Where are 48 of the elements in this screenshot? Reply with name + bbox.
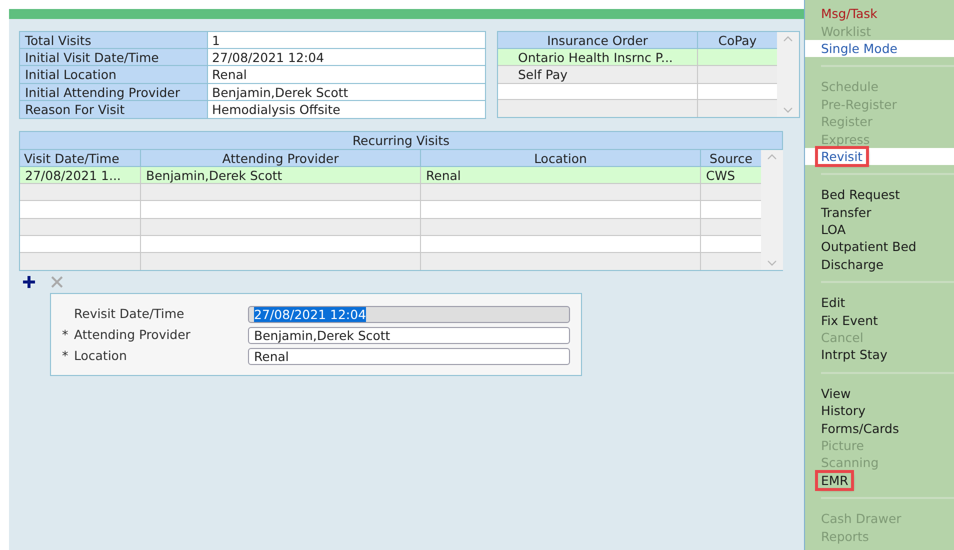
table-cell[interactable]: 27/08/2021 1... <box>20 166 141 184</box>
sidebar-item[interactable]: View <box>821 386 851 401</box>
column-header[interactable]: CoPay <box>698 32 777 48</box>
sidebar-item[interactable]: Outpatient Bed <box>821 239 916 254</box>
field-value: Benjamin,Derek Scott <box>208 84 485 100</box>
field-value: Renal <box>208 66 485 83</box>
field-label: Initial Attending Provider <box>20 84 208 100</box>
scroll-up-icon[interactable] <box>783 36 793 42</box>
table-cell[interactable]: Benjamin,Derek Scott <box>141 166 421 184</box>
scrollbar[interactable] <box>777 32 799 117</box>
field-value: 1 <box>208 32 485 48</box>
required-mark: * <box>62 348 68 364</box>
sidebar-item[interactable]: Transfer <box>821 204 872 220</box>
field-label: Initial Visit Date/Time <box>20 49 208 66</box>
scroll-down-icon[interactable] <box>767 260 777 266</box>
sidebar-item[interactable]: Msg/Task <box>821 6 878 22</box>
column-header[interactable]: Insurance Order <box>498 32 698 48</box>
sidebar-item[interactable]: EMR <box>818 472 852 488</box>
column-header[interactable]: Location <box>421 150 701 166</box>
input-field[interactable]: Benjamin,Derek Scott <box>248 327 570 344</box>
table-cell[interactable]: CWS <box>701 166 761 184</box>
scroll-down-icon[interactable] <box>783 107 793 113</box>
sidebar-item[interactable]: Intrpt Stay <box>821 347 888 362</box>
sidebar-item[interactable]: Bed Request <box>821 187 900 202</box>
sidebar-item[interactable]: Fix Event <box>821 312 878 328</box>
input-field[interactable]: Renal <box>248 348 570 366</box>
scroll-up-icon[interactable] <box>767 154 777 160</box>
field-label: Initial Location <box>20 66 208 83</box>
field-label: Revisit Date/Time <box>74 305 186 324</box>
column-header[interactable]: Visit Date/Time <box>20 150 141 166</box>
field-label: Total Visits <box>20 32 208 48</box>
required-mark: * <box>62 327 68 342</box>
table-cell[interactable]: Renal <box>421 166 701 184</box>
add-icon[interactable] <box>23 276 35 288</box>
sidebar-item[interactable]: LOA <box>821 222 846 238</box>
sidebar-item[interactable]: Edit <box>821 295 846 310</box>
sidebar-item[interactable]: Forms/Cards <box>821 420 899 436</box>
scrollbar[interactable] <box>761 150 783 270</box>
sidebar-item[interactable]: History <box>821 403 866 418</box>
column-header[interactable]: Source <box>701 150 761 166</box>
field-value: Hemodialysis Offsite <box>208 100 485 118</box>
table-title: Recurring Visits <box>20 132 782 150</box>
field-label: Reason For Visit <box>20 100 208 118</box>
field-value: 27/08/2021 12:04 <box>208 49 485 66</box>
field-label: Location <box>74 347 128 366</box>
column-header[interactable]: Attending Provider <box>141 150 421 166</box>
field-label: Attending Provider <box>74 326 192 344</box>
sidebar-item[interactable]: Discharge <box>821 256 884 272</box>
